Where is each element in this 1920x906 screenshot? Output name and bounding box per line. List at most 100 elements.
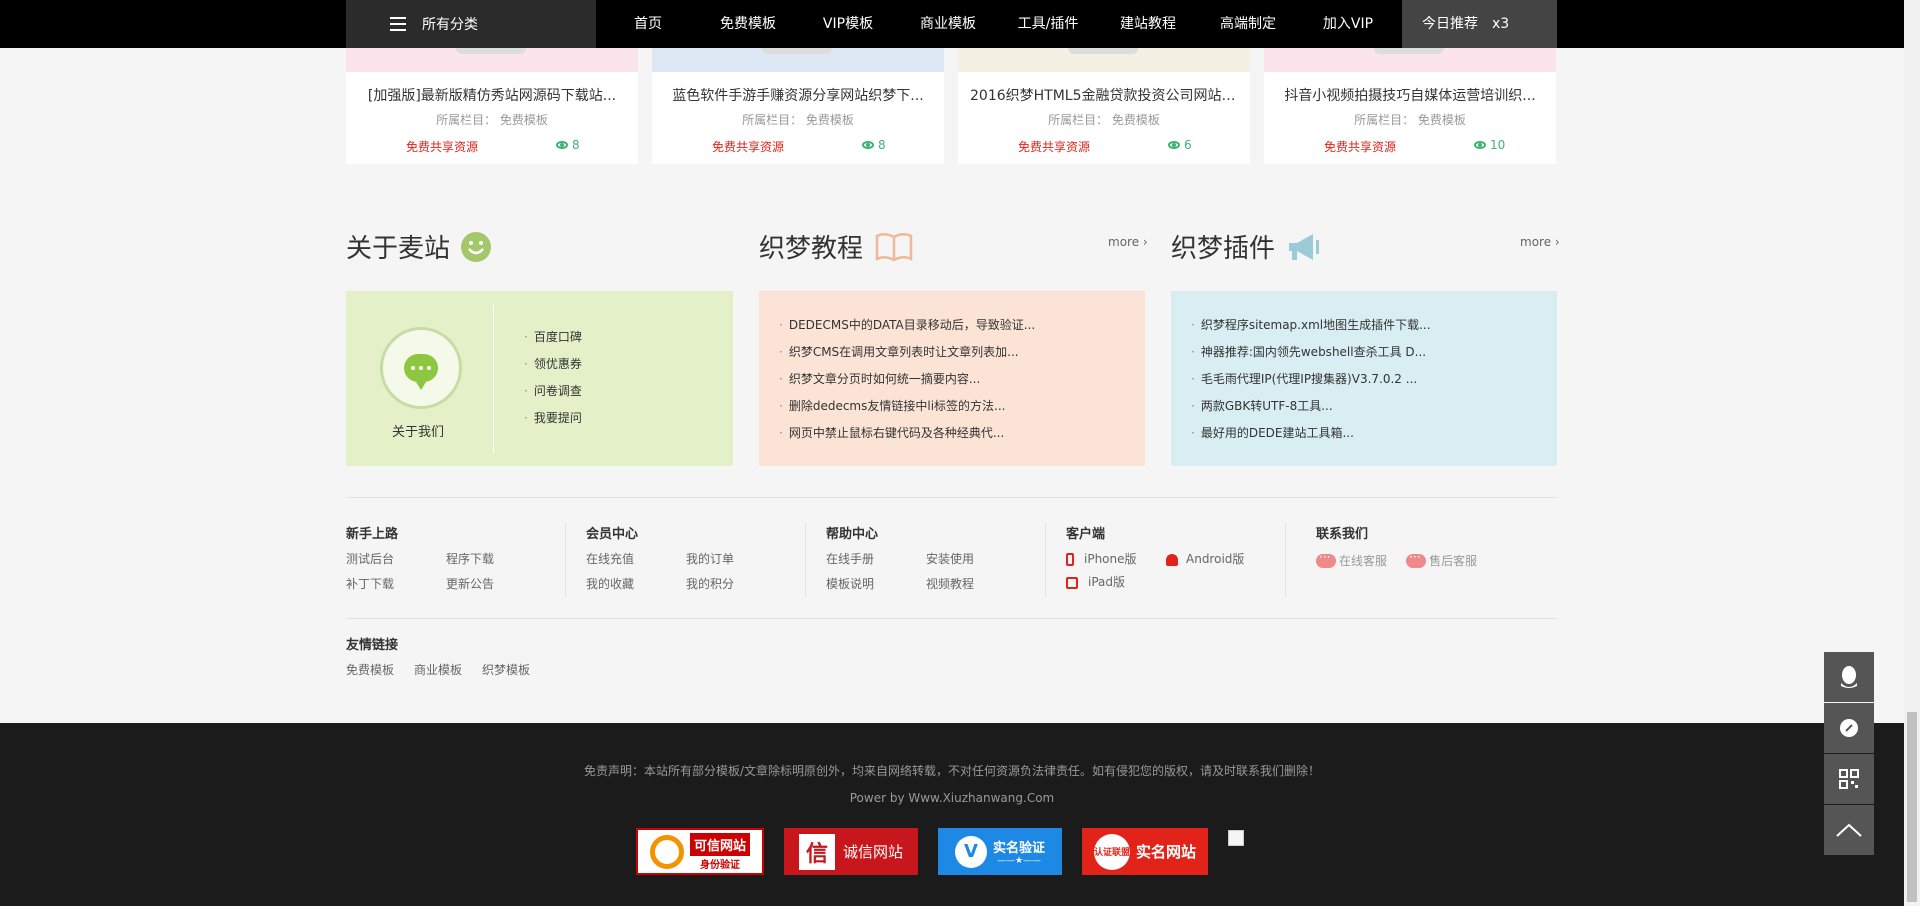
card-title[interactable]: 抖音小视频拍摄技巧自媒体运营培训织...	[1264, 85, 1556, 105]
chat-icon	[1316, 550, 1336, 568]
footer-link[interactable]: 程序下载	[446, 550, 546, 567]
android-icon	[1166, 553, 1178, 566]
realname-site-badge[interactable]: 认证联盟 实名网站	[1082, 828, 1208, 875]
eye-icon	[556, 141, 568, 149]
plugin-link[interactable]: 织梦程序sitemap.xml地图生成插件下载...	[1191, 312, 1541, 339]
iphone-link[interactable]: iPhone版	[1066, 550, 1166, 567]
integrity-site-badge[interactable]: 信 诚信网站	[784, 828, 918, 875]
scrollbar-thumb[interactable]	[1907, 712, 1917, 902]
compass-icon	[1840, 719, 1858, 737]
tutorial-link[interactable]: DEDECMS中的DATA目录移动后，导致验证...	[779, 312, 1129, 339]
plugins-more-link[interactable]: more ›	[1520, 235, 1560, 249]
online-service-link[interactable]: 在线客服	[1316, 550, 1388, 569]
about-title-text: 关于麦站	[346, 234, 451, 264]
chat-bubble-icon	[404, 354, 438, 390]
tutorials-section-title: 织梦教程	[759, 228, 913, 265]
tutorials-box: DEDECMS中的DATA目录移动后，导致验证... 织梦CMS在调用文章列表时…	[759, 291, 1145, 466]
card-views-count: 6	[1184, 138, 1192, 152]
about-list: 百度口碑 领优惠券 问卷调查 我要提问	[524, 324, 582, 432]
friend-links: 友情链接 免费模板 商业模板 织梦模板	[346, 634, 530, 678]
about-link[interactable]: 领优惠券	[524, 351, 582, 378]
eye-icon	[862, 141, 874, 149]
book-icon	[875, 232, 913, 261]
divider	[346, 618, 1557, 619]
compass-button[interactable]	[1824, 703, 1874, 753]
trusted-site-badge[interactable]: 可信网站 身份验证	[636, 828, 764, 875]
about-link[interactable]: 问卷调查	[524, 378, 582, 405]
disclaimer: 免责声明：本站所有部分模板/文章除标明原创外，均来自网络转载，不对任何资源负法律…	[583, 764, 1321, 778]
footer-col-title: 联系我们	[1316, 527, 1369, 542]
tutorial-link[interactable]: 删除dedecms友情链接中li标签的方法...	[779, 393, 1129, 420]
card-views: 8	[556, 138, 580, 152]
card-views-count: 10	[1490, 138, 1506, 152]
friend-link[interactable]: 免费模板	[346, 661, 394, 678]
footer-link[interactable]: 在线手册	[826, 550, 926, 567]
footer-link[interactable]: 我的积分	[686, 575, 786, 592]
about-box: 关于我们 百度口碑 领优惠券 问卷调查 我要提问	[346, 291, 733, 466]
plugins-box: 织梦程序sitemap.xml地图生成插件下载... 神器推荐:国内领先webs…	[1171, 291, 1557, 466]
card-title[interactable]: 2016织梦HTML5金融贷款投资公司网站模...	[958, 85, 1250, 105]
footer-col-help: 帮助中心 在线手册 安装使用 模板说明 视频教程	[826, 523, 1026, 592]
plugin-link[interactable]: 神器推荐:国内领先webshell查杀工具 D...	[1191, 339, 1541, 366]
ipad-label: iPad版	[1088, 575, 1126, 589]
tutorials-more-link[interactable]: more ›	[1108, 235, 1148, 249]
android-label: Android版	[1186, 552, 1245, 566]
qrcode-button[interactable]	[1824, 754, 1874, 804]
about-us-button[interactable]	[380, 327, 462, 409]
android-link[interactable]: Android版	[1166, 550, 1276, 567]
footer-link[interactable]: 视频教程	[926, 575, 1026, 592]
divider	[1045, 523, 1046, 597]
tutorials-title-text: 织梦教程	[759, 234, 864, 264]
broken-image-icon[interactable]	[1228, 830, 1244, 846]
footer-link[interactable]: 更新公告	[446, 575, 546, 592]
footer-col-newbie: 新手上路 测试后台 程序下载 补丁下载 更新公告	[346, 523, 546, 592]
phone-icon	[1066, 553, 1074, 566]
tutorial-link[interactable]: 织梦文章分页时如何统一摘要内容...	[779, 366, 1129, 393]
power-by: Power by Www.Xiuzhanwang.Com	[849, 791, 1055, 805]
about-link[interactable]: 百度口碑	[524, 324, 582, 351]
plugins-section-title: 织梦插件	[1171, 228, 1321, 265]
card-title[interactable]: 蓝色软件手游手赚资源分享网站织梦下...	[652, 85, 944, 105]
footer-col-title: 客户端	[1066, 527, 1106, 542]
about-us-label[interactable]: 关于我们	[392, 421, 444, 440]
realname-verify-badge[interactable]: V 实名验证 ——★——	[938, 828, 1062, 875]
aftersale-service-label: 售后客服	[1429, 554, 1478, 568]
iphone-label: iPhone版	[1084, 552, 1137, 566]
back-to-top-button[interactable]	[1824, 805, 1874, 855]
qrcode-icon	[1839, 769, 1859, 789]
footer-link[interactable]: 测试后台	[346, 550, 446, 567]
plugin-link[interactable]: 最好用的DEDE建站工具箱...	[1191, 420, 1541, 447]
about-link[interactable]: 我要提问	[524, 405, 582, 432]
smiley-icon	[461, 231, 492, 262]
card-category: 所属栏目： 免费模板	[742, 113, 854, 127]
chevron-up-icon	[1836, 823, 1862, 837]
card-title[interactable]: [加强版]最新版精仿秀站网源码下载站...	[346, 85, 638, 105]
footer-link[interactable]: 安装使用	[926, 550, 1026, 567]
friend-link[interactable]: 织梦模板	[482, 661, 530, 678]
footer-link[interactable]: 在线充值	[586, 550, 686, 567]
about-section-title: 关于麦站	[346, 228, 492, 265]
footer-link[interactable]: 我的收藏	[586, 575, 686, 592]
footer-link[interactable]: 补丁下载	[346, 575, 446, 592]
card-views-count: 8	[878, 138, 886, 152]
footer-link[interactable]: 我的订单	[686, 550, 786, 567]
tutorial-link[interactable]: 织梦CMS在调用文章列表时让文章列表加...	[779, 339, 1129, 366]
card-category: 所属栏目： 免费模板	[1354, 113, 1466, 127]
footer-col-title: 帮助中心	[826, 527, 879, 542]
friend-link[interactable]: 商业模板	[414, 661, 462, 678]
card-tag: 免费共享资源	[1018, 140, 1091, 154]
plugin-link[interactable]: 两款GBK转UTF-8工具...	[1191, 393, 1541, 420]
card-tag: 免费共享资源	[1324, 140, 1397, 154]
card-tag: 免费共享资源	[712, 140, 785, 154]
plugin-link[interactable]: 毛毛雨代理IP(代理IP搜集器)V3.7.0.2 ...	[1191, 366, 1541, 393]
tutorial-link[interactable]: 网页中禁止鼠标右键代码及各种经典代...	[779, 420, 1129, 447]
aftersale-service-link[interactable]: 售后客服	[1406, 550, 1478, 569]
footer-col-contact: 联系我们 在线客服 售后客服	[1316, 523, 1491, 572]
qq-button[interactable]	[1824, 652, 1874, 702]
online-service-label: 在线客服	[1339, 554, 1388, 568]
ipad-link[interactable]: iPad版	[1066, 573, 1166, 590]
friend-links-title: 友情链接	[346, 638, 399, 653]
ring-logo-icon	[649, 834, 684, 869]
footer-link[interactable]: 模板说明	[826, 575, 926, 592]
chat-icon	[1406, 550, 1427, 568]
